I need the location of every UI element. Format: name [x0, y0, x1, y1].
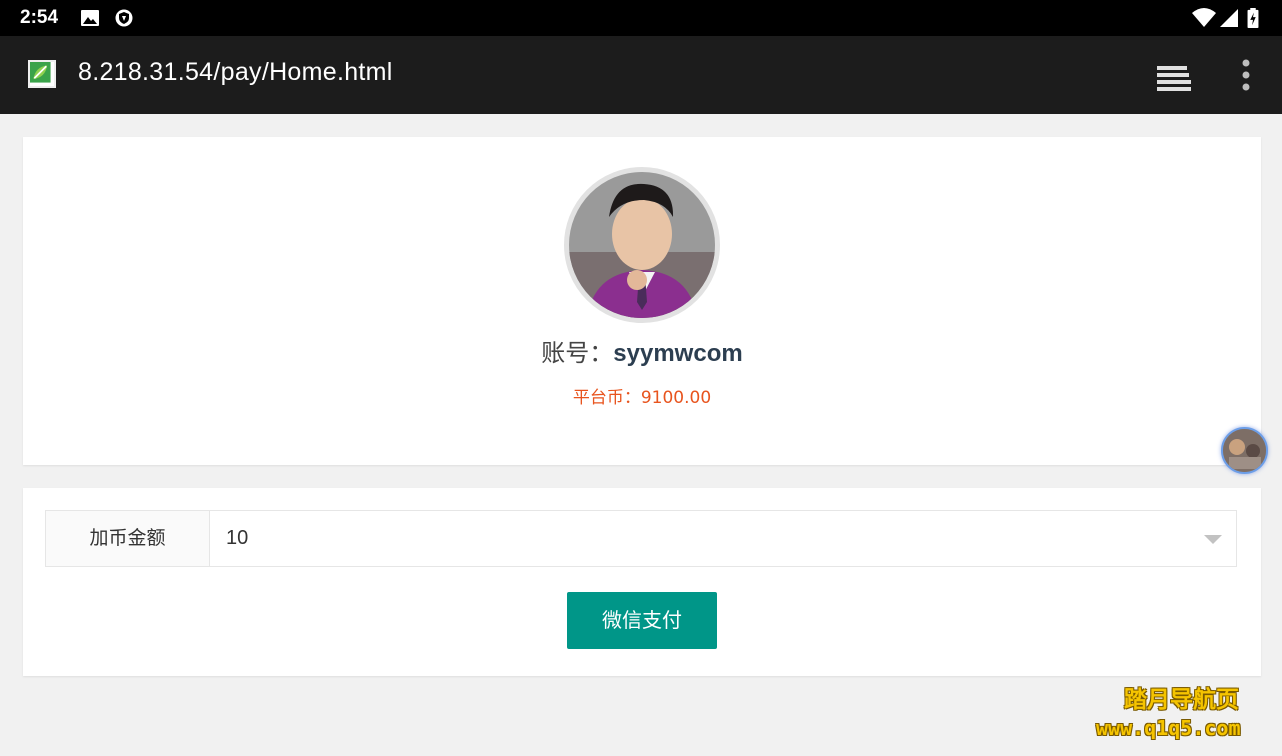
image-icon [81, 10, 99, 26]
tabs-stack-icon[interactable] [1155, 60, 1193, 92]
floating-ball-icon [1223, 429, 1266, 472]
user-avatar [564, 167, 720, 323]
signal-icon [1220, 9, 1238, 27]
profile-card: 账号：syymwcom 平台币：9100.00 [23, 137, 1261, 465]
amount-select[interactable]: 加币金额 10 [45, 510, 1237, 567]
watermark-title: 踏月导航页 [1124, 687, 1239, 713]
coins-label: 平台币： [572, 388, 641, 408]
browser-toolbar: 8.218.31.54/pay/Home.html [0, 36, 1282, 114]
battery-charging-icon [1247, 8, 1259, 28]
chevron-down-icon[interactable] [1204, 535, 1222, 544]
watermark-url: www.q1q5.com [1096, 716, 1241, 740]
account-line: 账号：syymwcom [23, 333, 1261, 368]
more-vert-icon[interactable] [1235, 58, 1257, 94]
leaf-favicon-icon [28, 60, 56, 88]
wechat-pay-button[interactable]: 微信支付 [567, 592, 717, 649]
user-avatar-photo [569, 172, 715, 318]
floating-assist-ball[interactable] [1221, 427, 1268, 474]
status-bar: 2:54 [0, 0, 1282, 36]
account-label: 账号： [541, 339, 614, 367]
recharge-card: 加币金额 10 微信支付 [23, 488, 1261, 676]
amount-label: 加币金额 [46, 511, 210, 566]
shield-icon [115, 9, 133, 27]
address-bar-url[interactable]: 8.218.31.54/pay/Home.html [78, 58, 393, 87]
amount-value[interactable]: 10 [226, 511, 248, 566]
coins-line: 平台币：9100.00 [23, 383, 1261, 408]
status-time: 2:54 [20, 7, 59, 28]
coins-value: 9100.00 [640, 388, 712, 408]
wifi-icon [1192, 8, 1216, 27]
account-name: syymwcom [613, 340, 743, 367]
